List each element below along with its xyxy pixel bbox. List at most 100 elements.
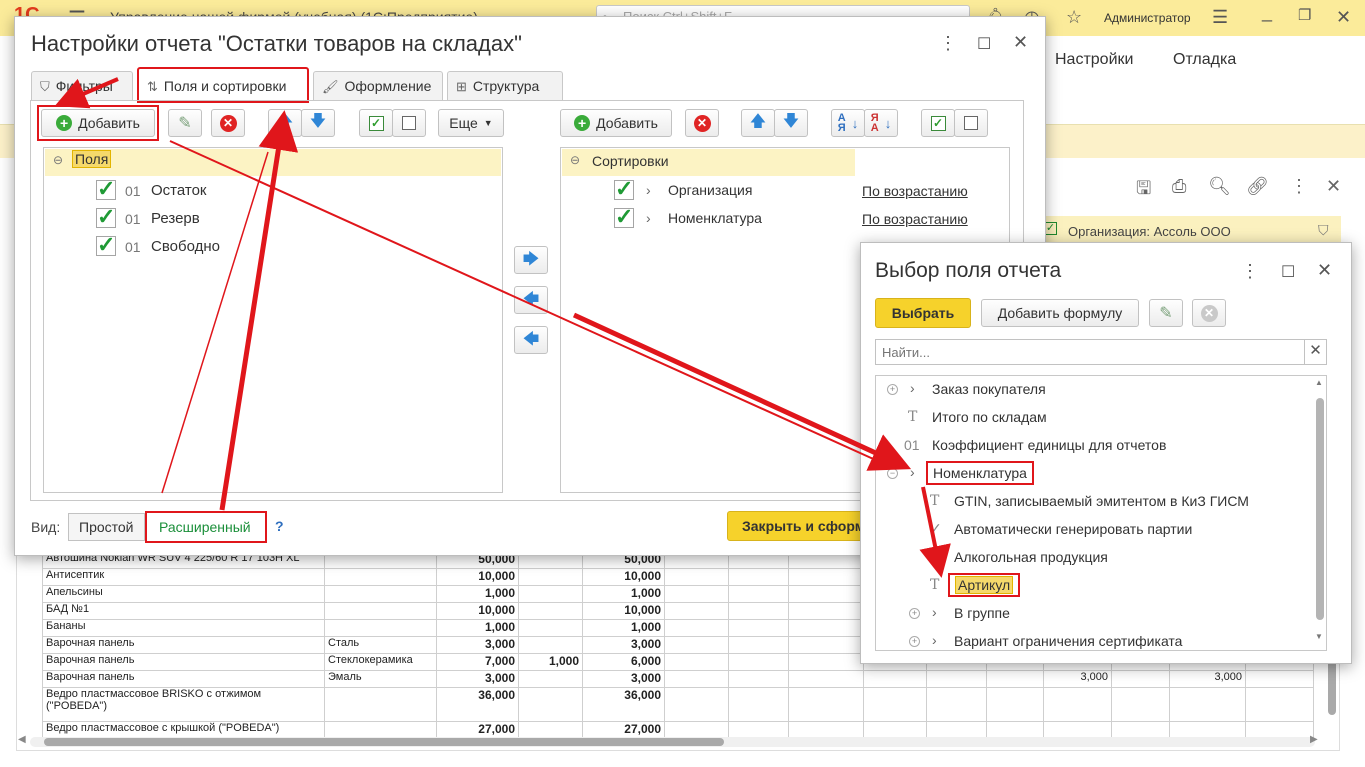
field-option-row[interactable]: ✓ Автоматически генерировать партии	[876, 516, 1312, 544]
sort-move-down-button[interactable]: 🡇	[774, 109, 808, 137]
field-option-row[interactable]: T GTIN, записываемый эмитентом в КиЗ ГИСМ	[876, 488, 1312, 516]
fields-tree-header-row[interactable]	[45, 149, 501, 176]
field-checkbox[interactable]: ✓	[96, 234, 116, 256]
field-option-row[interactable]: ✓ Алкогольная продукция	[876, 544, 1312, 572]
check-all-button[interactable]: ✓	[359, 109, 393, 137]
more-vert-icon[interactable]: ⋮	[1290, 176, 1308, 197]
move-back-button[interactable]: 🡄	[514, 286, 548, 314]
link-icon[interactable]: 🔗︎	[1246, 176, 1269, 197]
favorites-star-icon[interactable]: ☆	[1066, 7, 1082, 28]
sort-move-up-button[interactable]: 🡅	[741, 109, 775, 137]
chevron-right-icon[interactable]: ›	[910, 380, 915, 396]
edit-formula-button[interactable]: ✎	[1149, 299, 1183, 327]
more-vert-icon[interactable]: ⋮	[1241, 261, 1259, 282]
field-row[interactable]: ✓ 01 Резерв	[44, 206, 500, 234]
field-row[interactable]: ✓ 01 Свободно	[44, 234, 500, 262]
report-cell-empty	[788, 568, 864, 586]
sorting-row[interactable]: ✓ › Организация По возрастанию	[561, 178, 1007, 206]
more-vert-icon[interactable]: ⋮	[939, 33, 957, 54]
field-checkbox[interactable]: ✓	[96, 206, 116, 228]
field-type-prefix: 01	[125, 183, 141, 199]
collapse-icon[interactable]: −	[887, 468, 898, 479]
edit-field-button[interactable]: ✎	[168, 109, 202, 137]
move-down-button[interactable]: 🡇	[301, 109, 335, 137]
report-vertical-scroll-thumb[interactable]	[1328, 660, 1336, 715]
uncheck-all-button[interactable]	[392, 109, 426, 137]
chevron-right-icon[interactable]: ›	[932, 632, 937, 648]
report-horizontal-scrollbar[interactable]: ◀ ▶	[18, 734, 1318, 747]
collapse-icon[interactable]: ⊖	[570, 153, 580, 167]
print-icon[interactable]: ⎙	[1172, 176, 1186, 197]
clear-search-icon[interactable]: ✕	[1304, 340, 1326, 364]
move-up-button[interactable]: 🡅	[268, 109, 302, 137]
tab-fields-and-sorting[interactable]: ⇅ Поля и сортировки	[137, 67, 309, 103]
field-option-row[interactable]: T Итого по складам	[876, 404, 1312, 432]
field-option-row[interactable]: + › В группе	[876, 600, 1312, 628]
tab-structure[interactable]: ⊞ Структура	[447, 71, 563, 101]
close-icon[interactable]: ✕	[1317, 260, 1332, 281]
settings-menu-icon[interactable]: ☰	[1212, 7, 1228, 28]
add-icon: +	[56, 115, 73, 131]
more-button[interactable]: Еще ▼	[438, 109, 504, 137]
scroll-left-icon[interactable]: ◀	[18, 734, 26, 745]
preview-icon[interactable]: 🔍︎	[1208, 176, 1231, 197]
sorting-order-link[interactable]: По возрастанию	[862, 183, 968, 199]
sorting-order-link[interactable]: По возрастанию	[862, 211, 968, 227]
maximize-icon[interactable]: ☐	[977, 34, 991, 54]
chevron-right-icon[interactable]: ›	[932, 604, 937, 620]
field-option-row[interactable]: − › Номенклатура	[876, 460, 1312, 488]
add-formula-button[interactable]: Добавить формулу	[981, 299, 1139, 327]
close-icon[interactable]: ✕	[1013, 32, 1028, 53]
maximize-icon[interactable]: ☐	[1281, 262, 1295, 282]
current-user[interactable]: Администратор	[1104, 11, 1191, 25]
sort-ascending-button[interactable]: А Я ↓	[831, 109, 865, 137]
expand-icon[interactable]: +	[909, 608, 920, 619]
move-all-back-button[interactable]: 🡄	[514, 326, 548, 354]
sort-uncheck-all-button[interactable]	[954, 109, 988, 137]
close-app-icon[interactable]: ✕	[1336, 7, 1351, 28]
filter-icon[interactable]: ⛉	[1318, 222, 1329, 239]
menu-debug[interactable]: Отладка	[1173, 51, 1236, 69]
field-option-row[interactable]: T Артикул	[876, 572, 1312, 600]
chevron-down-icon[interactable]: ›	[910, 464, 915, 480]
add-sorting-button[interactable]: + Добавить	[560, 109, 672, 137]
move-to-sorting-button[interactable]: 🡆	[514, 246, 548, 274]
field-option-row[interactable]: 01 Коэффициент единицы для отчетов	[876, 432, 1312, 460]
expand-icon[interactable]: +	[887, 384, 898, 395]
sorting-checkbox[interactable]: ✓	[614, 206, 634, 228]
field-option-row[interactable]: + › Вариант ограничения сертификата	[876, 628, 1312, 650]
sorting-row[interactable]: ✓ › Номенклатура По возрастанию	[561, 206, 1007, 234]
pick-tree-scroll-thumb[interactable]	[1316, 398, 1324, 620]
select-button[interactable]: Выбрать	[875, 298, 971, 328]
tab-appearance[interactable]: 🖌︎ Оформление	[313, 71, 443, 101]
scroll-right-icon[interactable]: ▶	[1310, 734, 1318, 745]
scroll-down-icon[interactable]: ▼	[1315, 632, 1323, 641]
sort-descending-button[interactable]: Я А ↓	[864, 109, 898, 137]
delete-formula-button[interactable]: ✕	[1192, 299, 1226, 327]
minimize-icon[interactable]: _	[1262, 2, 1272, 23]
add-field-button[interactable]: + Добавить	[41, 109, 155, 137]
view-extended-button[interactable]: Расширенный	[145, 511, 267, 543]
scroll-up-icon[interactable]: ▲	[1315, 378, 1323, 387]
sort-check-all-button[interactable]: ✓	[921, 109, 955, 137]
hscroll-thumb[interactable]	[44, 738, 724, 746]
delete-field-button[interactable]: ✕	[211, 109, 245, 137]
save-icon[interactable]: 🖫	[1136, 176, 1151, 206]
sorting-checkbox[interactable]: ✓	[614, 178, 634, 200]
field-option-row[interactable]: + › Заказ покупателя	[876, 376, 1312, 404]
chevron-right-icon[interactable]: ›	[646, 210, 651, 226]
view-simple-button[interactable]: Простой	[68, 513, 145, 541]
delete-sorting-button[interactable]: ✕	[685, 109, 719, 137]
help-icon[interactable]: ?	[275, 518, 284, 534]
field-row[interactable]: ✓ 01 Остаток	[44, 178, 500, 206]
pick-tree-scrollbar[interactable]: ▲ ▼	[1313, 376, 1326, 650]
field-checkbox[interactable]: ✓	[96, 178, 116, 200]
restore-icon[interactable]: ❐	[1298, 6, 1311, 24]
close-report-icon[interactable]: ✕	[1326, 176, 1341, 197]
collapse-icon[interactable]: ⊖	[53, 153, 63, 167]
chevron-right-icon[interactable]: ›	[646, 182, 651, 198]
menu-settings[interactable]: Настройки	[1055, 51, 1133, 69]
tab-filters[interactable]: ⛉ Фильтры	[31, 71, 133, 101]
find-field-input[interactable]	[880, 341, 1300, 363]
expand-icon[interactable]: +	[909, 636, 920, 647]
